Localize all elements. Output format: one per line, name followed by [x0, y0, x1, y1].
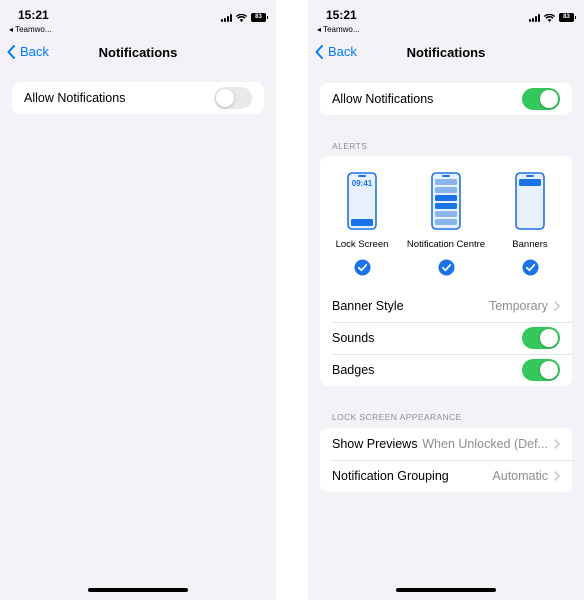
alert-style-label: Lock Screen [335, 239, 389, 250]
allow-notifications-label: Allow Notifications [24, 91, 126, 105]
notification-centre-preview-icon [431, 172, 461, 230]
sounds-row: Sounds [320, 322, 572, 354]
notification-grouping-value: Automatic [492, 469, 548, 483]
back-to-app-link[interactable]: ◂ Teamwo... [317, 25, 360, 34]
chevron-right-icon [554, 439, 560, 449]
banner-style-row[interactable]: Banner Style Temporary [320, 290, 572, 322]
allow-notifications-group: Allow Notifications [12, 82, 264, 114]
chevron-right-icon [554, 471, 560, 481]
page-title: Notifications [98, 45, 178, 60]
show-previews-row[interactable]: Show Previews When Unlocked (Def... [320, 428, 572, 460]
lock-screen-appearance-header: LOCK SCREEN APPEARANCE [332, 412, 462, 422]
show-previews-label: Show Previews [332, 437, 418, 451]
lock-screen-preview-time: 09:41 [352, 179, 373, 188]
notification-grouping-label: Notification Grouping [332, 469, 449, 483]
battery-icon: 83 [251, 13, 268, 22]
notification-grouping-row[interactable]: Notification Grouping Automatic [320, 460, 572, 492]
battery-icon: 83 [559, 13, 576, 22]
allow-notifications-toggle[interactable] [214, 87, 252, 109]
sounds-label: Sounds [332, 331, 375, 345]
badges-row: Badges [320, 354, 572, 386]
back-to-app-link[interactable]: ◂ Teamwo... [9, 25, 52, 34]
checkmark-circle-icon [522, 259, 538, 276]
badges-label: Badges [332, 363, 375, 377]
home-indicator[interactable] [88, 588, 188, 592]
alert-styles: 09:41 Lock Screen Notification Centre Ba… [320, 156, 572, 290]
banner-style-label: Banner Style [332, 299, 404, 313]
status-time: 15:21 [326, 8, 357, 22]
lock-screen-appearance-group: Show Previews When Unlocked (Def... Noti… [320, 428, 572, 492]
screen-notifications-on: 15:21 ◂ Teamwo... 83 Back Notifications … [308, 0, 584, 600]
cellular-signal-icon [221, 13, 232, 22]
alert-style-label: Notification Centre [406, 239, 486, 250]
show-previews-value: When Unlocked (Def... [422, 437, 548, 451]
cellular-signal-icon [529, 13, 540, 22]
page-title: Notifications [406, 45, 486, 60]
allow-notifications-row: Allow Notifications [320, 83, 572, 115]
checkmark-circle-icon [354, 259, 370, 276]
status-icons: 83 [221, 13, 268, 22]
alert-style-notification-centre[interactable]: Notification Centre [404, 156, 488, 281]
wifi-icon [236, 13, 247, 22]
chevron-right-icon [554, 301, 560, 311]
alerts-section-header: ALERTS [332, 141, 368, 151]
home-indicator[interactable] [396, 588, 496, 592]
banner-style-value: Temporary [488, 299, 548, 313]
allow-notifications-toggle[interactable] [522, 88, 560, 110]
allow-notifications-row: Allow Notifications [12, 82, 264, 114]
alert-style-banners[interactable]: Banners [488, 156, 572, 281]
checkmark-circle-icon [438, 259, 454, 276]
status-icons: 83 [529, 13, 576, 22]
banners-preview-icon [515, 172, 545, 230]
status-time: 15:21 [18, 8, 49, 22]
allow-notifications-label: Allow Notifications [332, 92, 434, 106]
alerts-group: 09:41 Lock Screen Notification Centre Ba… [320, 156, 572, 386]
lock-screen-preview-icon: 09:41 [347, 172, 377, 230]
wifi-icon [544, 13, 555, 22]
alert-style-lock-screen[interactable]: 09:41 Lock Screen [320, 156, 404, 281]
alert-style-label: Banners [512, 239, 548, 250]
sounds-toggle[interactable] [522, 327, 560, 349]
screen-notifications-off: 15:21 ◂ Teamwo... 83 Back Notifications … [0, 0, 276, 600]
badges-toggle[interactable] [522, 359, 560, 381]
allow-notifications-group: Allow Notifications [320, 83, 572, 115]
